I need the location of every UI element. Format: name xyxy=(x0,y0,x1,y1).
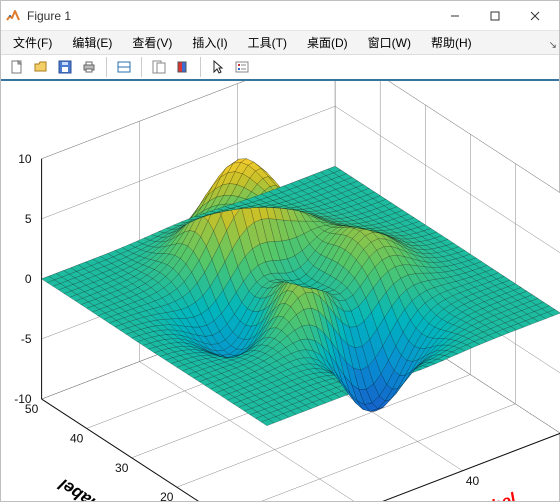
menu-label: 插入(I) xyxy=(192,36,227,50)
menu-desktop[interactable]: 桌面(D) xyxy=(297,32,358,54)
print-icon xyxy=(81,59,97,75)
edit-plot-button[interactable] xyxy=(207,56,229,78)
open-button[interactable] xyxy=(30,56,52,78)
menu-insert[interactable]: 插入(I) xyxy=(182,32,237,54)
svg-text:30: 30 xyxy=(115,461,129,475)
svg-text:5: 5 xyxy=(25,212,32,226)
menu-edit[interactable]: 编辑(E) xyxy=(62,32,122,54)
svg-text:20: 20 xyxy=(160,490,174,501)
menu-label: 工具(T) xyxy=(248,36,287,50)
svg-text:40: 40 xyxy=(70,431,84,445)
menu-view[interactable]: 查看(V) xyxy=(122,32,182,54)
data-cursor-button[interactable] xyxy=(148,56,170,78)
y-axis-label: This is a y label xyxy=(54,474,171,501)
print-button[interactable] xyxy=(78,56,100,78)
insert-legend-button[interactable] xyxy=(231,56,253,78)
menu-label: 窗口(W) xyxy=(368,36,411,50)
open-folder-icon xyxy=(33,59,49,75)
window-title: Figure 1 xyxy=(27,9,71,23)
menu-help[interactable]: 帮助(H) xyxy=(421,32,482,54)
axes-3d[interactable]: -10-50510020406001020304050 This is an x… xyxy=(1,81,559,501)
save-icon xyxy=(57,59,73,75)
legend-icon xyxy=(234,59,250,75)
titlebar: Figure 1 xyxy=(1,1,559,31)
matlab-figure-icon xyxy=(5,8,21,24)
menu-label: 帮助(H) xyxy=(431,36,472,50)
close-button[interactable] xyxy=(515,1,555,31)
menubar: 文件(F) 编辑(E) 查看(V) 插入(I) 工具(T) 桌面(D) 窗口(W… xyxy=(1,31,559,55)
colorbar-icon xyxy=(175,59,191,75)
new-file-icon xyxy=(9,59,25,75)
link-icon xyxy=(116,59,132,75)
maximize-button[interactable] xyxy=(475,1,515,31)
svg-text:0: 0 xyxy=(25,272,32,286)
link-axes-button[interactable] xyxy=(113,56,135,78)
menu-label: 文件(F) xyxy=(13,36,52,50)
new-figure-button[interactable] xyxy=(6,56,28,78)
menu-label: 查看(V) xyxy=(132,36,172,50)
save-button[interactable] xyxy=(54,56,76,78)
toolbar xyxy=(1,55,559,81)
svg-text:50: 50 xyxy=(25,402,39,416)
menu-file[interactable]: 文件(F) xyxy=(3,32,62,54)
menu-tools[interactable]: 工具(T) xyxy=(238,32,297,54)
menu-window[interactable]: 窗口(W) xyxy=(358,32,421,54)
menu-label: 桌面(D) xyxy=(307,36,348,50)
dock-menu-icon[interactable]: ↘ xyxy=(549,40,557,51)
pointer-icon xyxy=(210,59,226,75)
svg-text:10: 10 xyxy=(18,152,32,166)
menu-label: 编辑(E) xyxy=(72,36,112,50)
svg-text:40: 40 xyxy=(466,474,480,488)
minimize-button[interactable] xyxy=(435,1,475,31)
svg-text:-5: -5 xyxy=(21,332,32,346)
data-cursor-icon xyxy=(151,59,167,75)
insert-colorbar-button[interactable] xyxy=(172,56,194,78)
